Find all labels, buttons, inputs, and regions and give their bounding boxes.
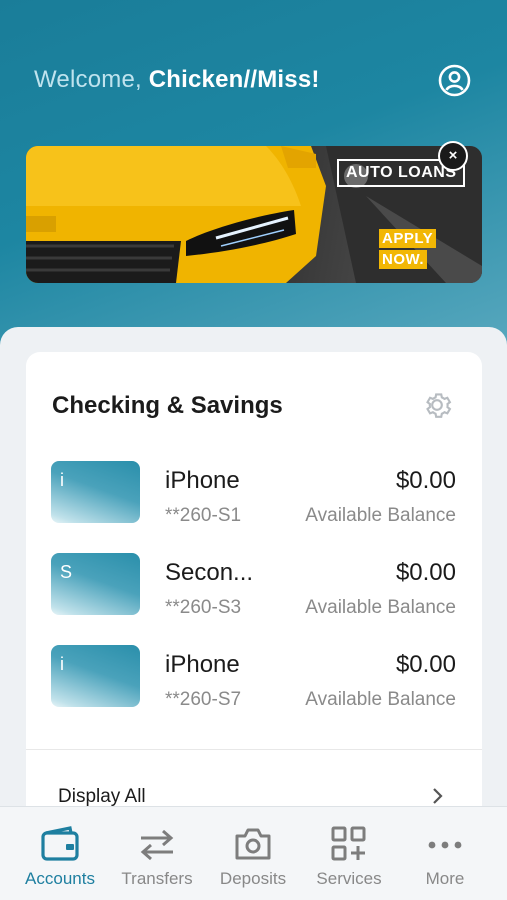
welcome-prefix: Welcome,	[34, 66, 149, 93]
checking-savings-card: Checking & Savings i iPhone **260-S1 $0.…	[26, 352, 482, 822]
account-amount: $0.00	[395, 467, 456, 494]
tab-accounts[interactable]: Accounts	[10, 807, 110, 900]
apply-now-cta[interactable]: APPLY NOW.	[379, 229, 437, 271]
display-all-link[interactable]: Display All	[58, 786, 146, 808]
account-number: **260-S3	[165, 597, 242, 618]
account-balance-label: Available Balance	[305, 689, 456, 710]
account-name: Secon...	[165, 559, 254, 586]
now-line: NOW.	[379, 250, 427, 269]
account-row[interactable]: i iPhone **260-S7 $0.00 Available Balanc…	[26, 645, 482, 721]
settings-button[interactable]	[420, 388, 454, 422]
auto-loans-banner[interactable]: AUTO LOANS APPLY NOW.	[26, 146, 482, 283]
bottom-tab-bar: Accounts Transfers Deposits Services Mor…	[0, 806, 507, 900]
transfer-arrows-icon	[140, 829, 174, 861]
account-balance-label: Available Balance	[305, 597, 456, 618]
account-amount: $0.00	[395, 559, 456, 586]
account-thumbnail: S	[51, 553, 140, 615]
tab-label: Transfers	[121, 869, 193, 888]
account-number: **260-S7	[165, 689, 242, 710]
account-thumbnail: i	[51, 461, 140, 523]
welcome-text: Welcome, Chicken//Miss!	[34, 66, 320, 94]
account-row[interactable]: i iPhone **260-S1 $0.00 Available Balanc…	[26, 461, 482, 537]
tab-services[interactable]: Services	[299, 807, 399, 900]
gear-icon	[426, 393, 452, 418]
camera-icon	[235, 828, 271, 860]
card-title: Checking & Savings	[52, 392, 283, 419]
tab-label: Accounts	[25, 869, 95, 888]
account-row[interactable]: S Secon... **260-S3 $0.00 Available Bala…	[26, 553, 482, 629]
card-divider	[26, 749, 482, 750]
account-balance-label: Available Balance	[305, 505, 456, 526]
wallet-icon	[41, 826, 79, 861]
tab-label: Services	[316, 869, 382, 888]
chevron-right-icon[interactable]	[430, 786, 446, 806]
account-number: **260-S1	[165, 505, 242, 526]
grid-plus-icon	[331, 826, 366, 861]
tab-more[interactable]: More	[395, 807, 495, 900]
user-circle-icon	[438, 64, 471, 97]
account-name: iPhone	[165, 651, 240, 678]
tab-transfers[interactable]: Transfers	[107, 807, 207, 900]
more-dots-icon	[428, 841, 462, 849]
account-name: iPhone	[165, 467, 240, 494]
tab-deposits[interactable]: Deposits	[203, 807, 303, 900]
profile-button[interactable]	[438, 64, 471, 97]
user-name: Chicken//Miss!	[148, 66, 320, 93]
tab-label: More	[425, 869, 465, 888]
tab-label: Deposits	[219, 869, 287, 888]
account-thumbnail: i	[51, 645, 140, 707]
close-banner-button[interactable]: ×	[438, 141, 468, 171]
apply-line: APPLY	[379, 229, 437, 248]
account-amount: $0.00	[395, 651, 456, 678]
